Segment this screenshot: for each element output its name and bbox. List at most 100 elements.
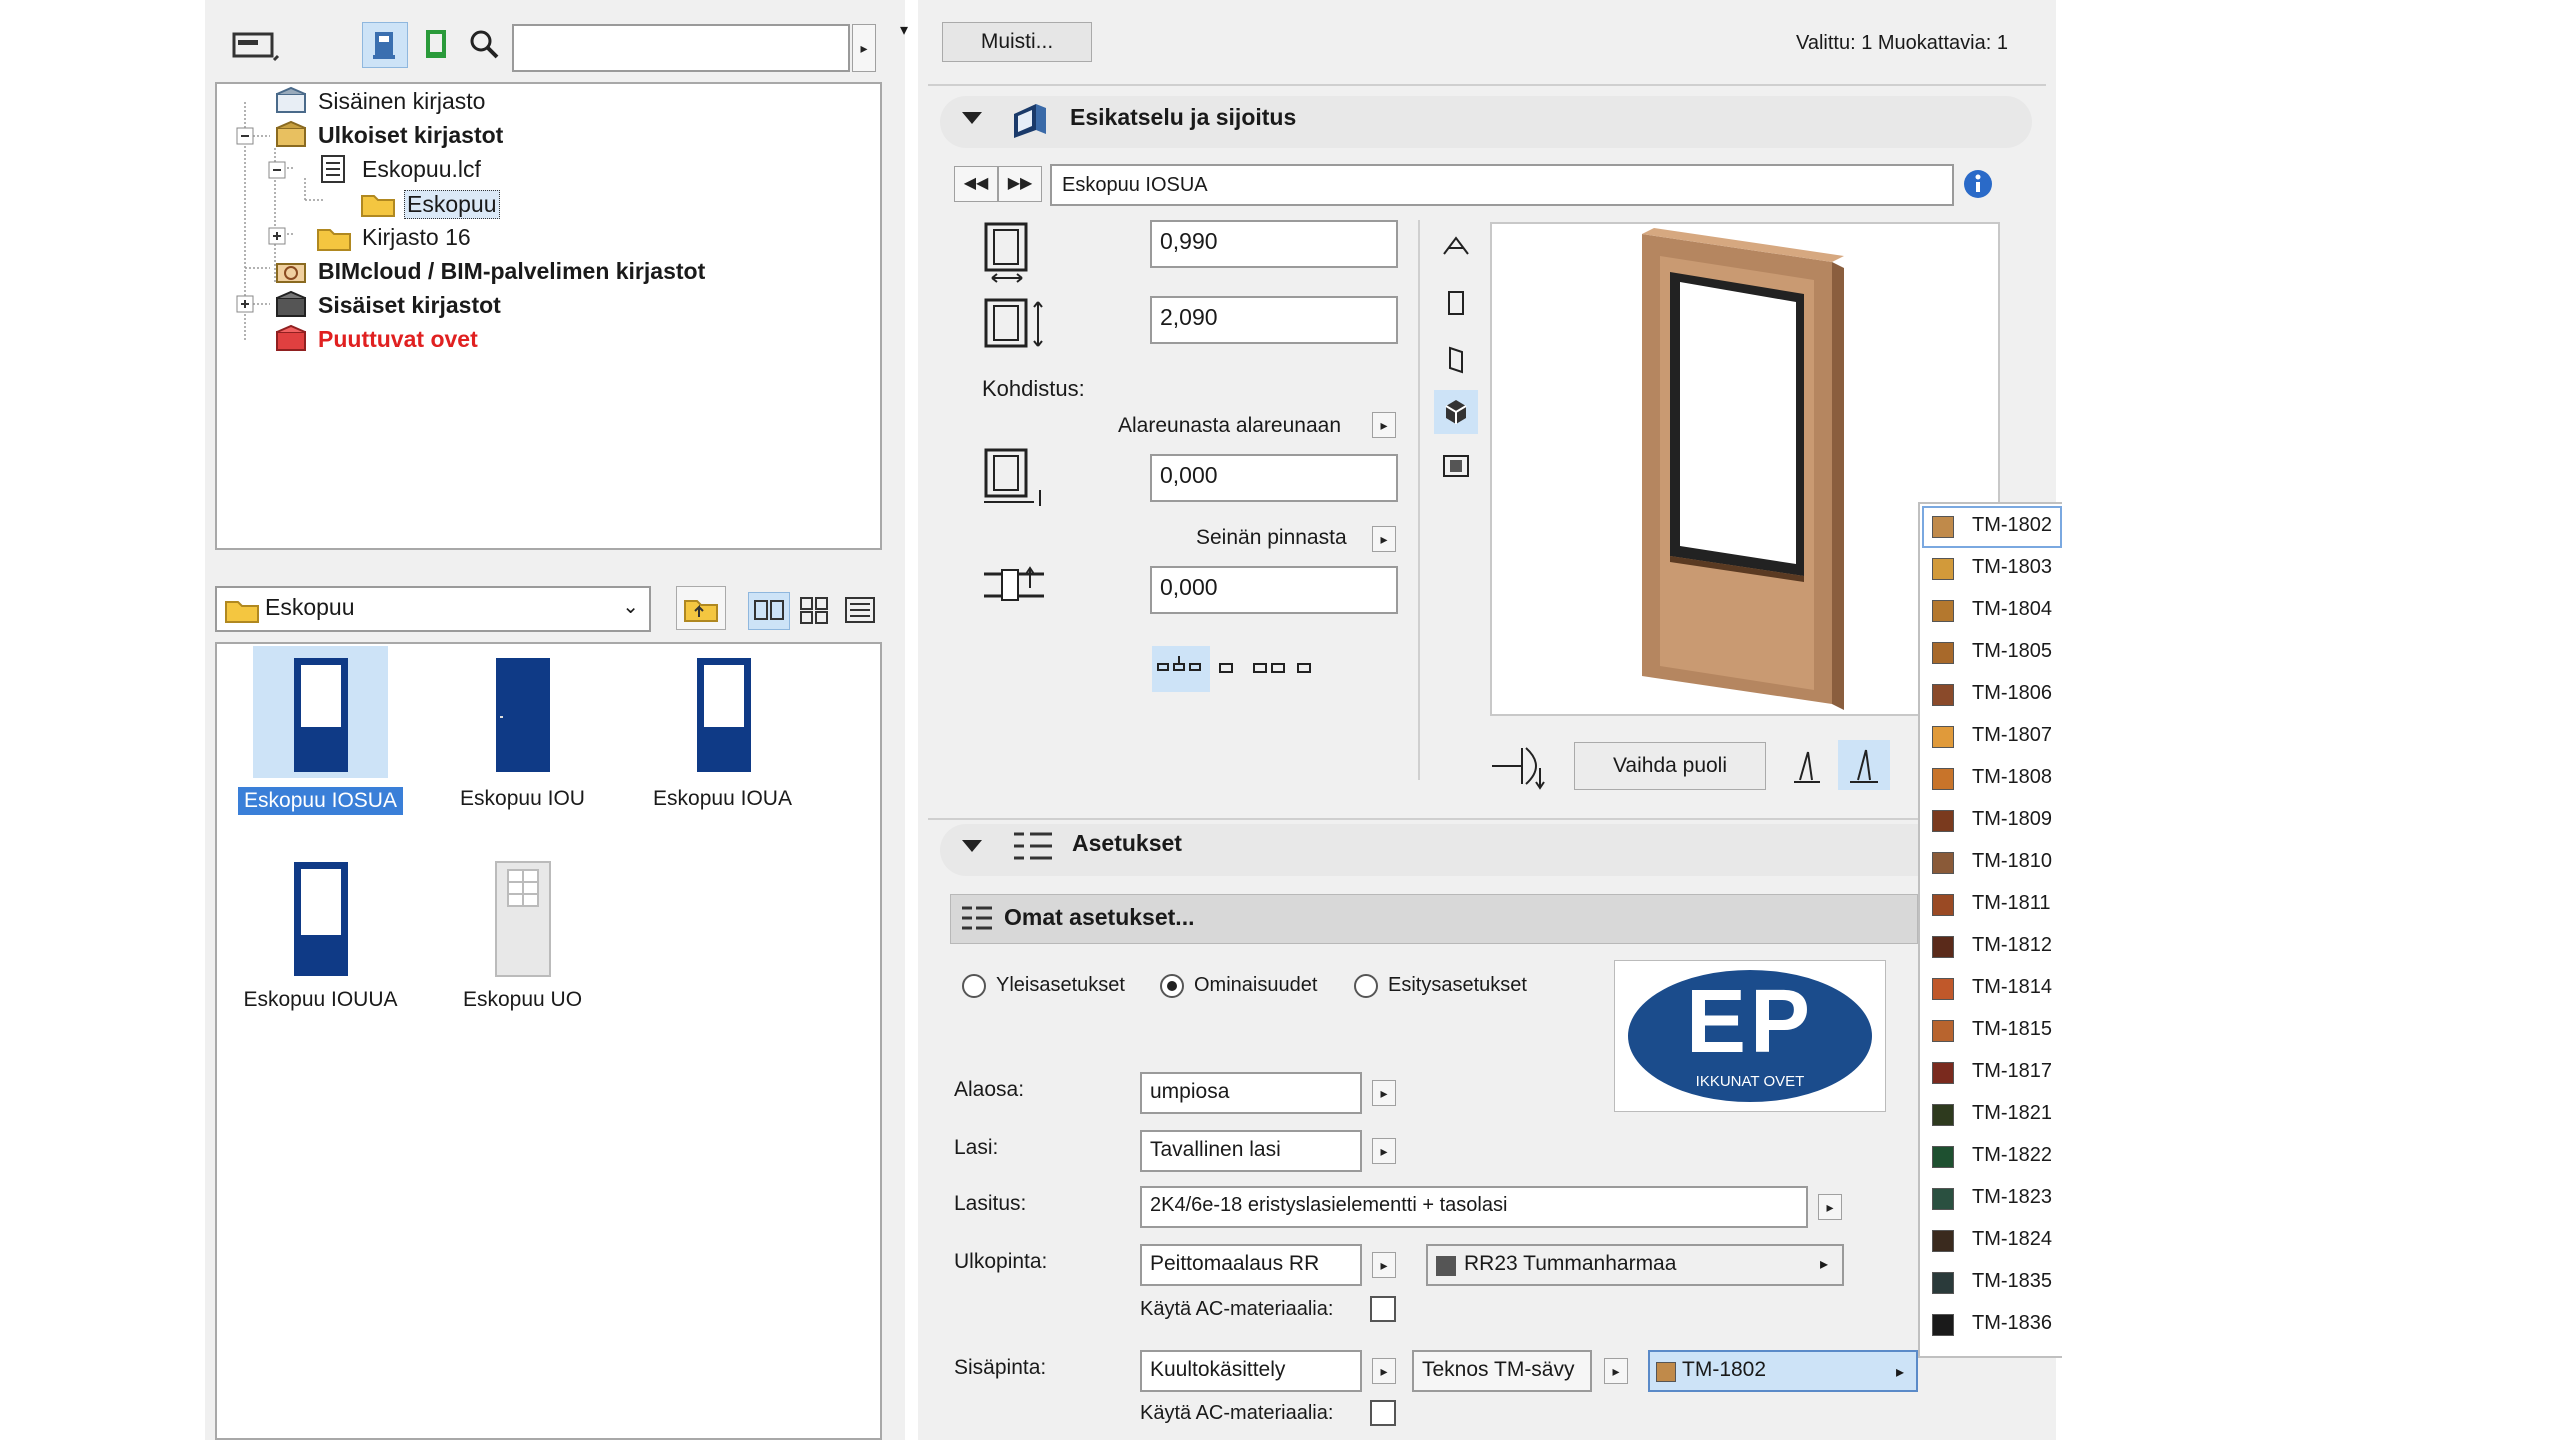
- color-option[interactable]: TM-1802: [1922, 506, 2062, 548]
- exterior-surface-button[interactable]: ▸: [1372, 1252, 1396, 1278]
- tree-item-external-libraries[interactable]: Ulkoiset kirjastot: [318, 122, 503, 149]
- exterior-surface-field[interactable]: Peittomaalaus RR: [1140, 1244, 1362, 1286]
- lower-part-field[interactable]: umpiosa: [1140, 1072, 1362, 1114]
- color-swatch: [1932, 1314, 1954, 1336]
- color-option[interactable]: TM-1804: [1922, 590, 2062, 632]
- elevation-view-icon[interactable]: [1438, 342, 1474, 383]
- tree-item-internal-library[interactable]: Sisäinen kirjasto: [318, 88, 485, 115]
- radio-label[interactable]: Esitysasetukset: [1388, 974, 1527, 997]
- folder-select[interactable]: Eskopuu ⌄: [215, 586, 651, 632]
- color-option[interactable]: TM-1823: [1922, 1178, 2062, 1220]
- previous-object-button[interactable]: ◀◀: [954, 166, 998, 202]
- wall-reference-button[interactable]: ▸: [1372, 526, 1396, 552]
- large-icons-view-icon[interactable]: [748, 592, 790, 630]
- section-view-icon[interactable]: [1438, 286, 1474, 327]
- mirror-options-icon[interactable]: [1152, 646, 1210, 692]
- color-option[interactable]: TM-1814: [1922, 968, 2062, 1010]
- info-icon[interactable]: [1962, 168, 1994, 205]
- interior-shade-field[interactable]: Teknos TM-sävy: [1412, 1350, 1592, 1392]
- color-option[interactable]: TM-1809: [1922, 800, 2062, 842]
- color-code-label: TM-1802: [1972, 514, 2053, 536]
- flip-options-icon[interactable]: [1214, 650, 1314, 695]
- door-thumbnail-uo[interactable]: [494, 860, 552, 983]
- list-view-icon[interactable]: [842, 592, 878, 628]
- add-library-icon[interactable]: [420, 22, 456, 66]
- memo-button[interactable]: Muisti...: [942, 22, 1092, 62]
- glass-field[interactable]: Tavallinen lasi: [1140, 1130, 1362, 1172]
- interior-surface-button[interactable]: ▸: [1372, 1358, 1396, 1384]
- tree-item-eskopuu-folder[interactable]: Eskopuu: [404, 190, 500, 219]
- interior-color-select[interactable]: TM-1802: [1648, 1350, 1918, 1392]
- door-thumbnail-iouua[interactable]: [292, 860, 350, 983]
- color-option[interactable]: TM-1815: [1922, 1010, 2062, 1052]
- interior-surface-field[interactable]: Kuultokäsittely: [1140, 1350, 1362, 1392]
- color-code-label: TM-1803: [1972, 556, 2053, 578]
- custom-settings-label[interactable]: Omat asetukset...: [1004, 904, 1194, 931]
- 3d-view-icon[interactable]: [1434, 390, 1478, 434]
- sill-height-input[interactable]: 0,000: [1150, 454, 1398, 502]
- tree-item-missing-doors[interactable]: Puuttuvat ovet: [318, 326, 478, 353]
- thumbnail-label[interactable]: Eskopuu IOUUA: [238, 988, 403, 1012]
- library-manager-icon[interactable]: [362, 22, 408, 68]
- opening-right-icon[interactable]: [1838, 740, 1890, 790]
- door-thumbnail-ioua[interactable]: [695, 656, 753, 779]
- small-icons-view-icon[interactable]: [796, 592, 832, 628]
- flip-side-button[interactable]: Vaihda puoli: [1574, 742, 1766, 790]
- tree-item-lcf-file[interactable]: Eskopuu.lcf: [362, 156, 481, 183]
- glazing-button[interactable]: ▸: [1818, 1194, 1842, 1220]
- color-option[interactable]: TM-1824: [1922, 1220, 2062, 1262]
- color-option[interactable]: TM-1811: [1922, 884, 2062, 926]
- search-input[interactable]: [512, 24, 850, 72]
- glass-button[interactable]: ▸: [1372, 1138, 1396, 1164]
- tree-item-embedded-libraries[interactable]: Sisäiset kirjastot: [318, 292, 501, 319]
- exterior-color-select[interactable]: RR23 Tummanharmaa: [1426, 1244, 1844, 1286]
- color-option[interactable]: TM-1806: [1922, 674, 2062, 716]
- thumbnail-label[interactable]: Eskopuu IOU: [440, 787, 605, 811]
- collapse-triangle-icon[interactable]: [960, 108, 984, 133]
- radio-display-settings[interactable]: [1354, 974, 1378, 998]
- color-option[interactable]: TM-1805: [1922, 632, 2062, 674]
- collapse-triangle-icon[interactable]: [960, 836, 984, 861]
- search-icon[interactable]: [468, 28, 500, 60]
- next-object-button[interactable]: ▶▶: [998, 166, 1042, 202]
- radio-label[interactable]: Yleisasetukset: [996, 974, 1125, 997]
- width-input[interactable]: 0,990: [1150, 220, 1398, 268]
- radio-label[interactable]: Ominaisuudet: [1194, 974, 1317, 997]
- thumbnail-label[interactable]: Eskopuu IOUA: [640, 787, 805, 811]
- door-thumbnail-iosua[interactable]: [292, 656, 350, 779]
- color-option[interactable]: TM-1835: [1922, 1262, 2062, 1304]
- color-option[interactable]: TM-1810: [1922, 842, 2062, 884]
- color-option[interactable]: TM-1803: [1922, 548, 2062, 590]
- folder-up-icon[interactable]: [676, 586, 726, 630]
- color-option[interactable]: TM-1808: [1922, 758, 2062, 800]
- tree-item-bimcloud[interactable]: BIMcloud / BIM-palvelimen kirjastot: [318, 258, 705, 285]
- wall-view-icon[interactable]: [1438, 448, 1474, 489]
- anchor-mode-button[interactable]: ▸: [1372, 412, 1396, 438]
- plan-view-icon[interactable]: [1438, 228, 1474, 269]
- collapse-arrow-icon[interactable]: ▾: [900, 20, 908, 40]
- thumbnail-label[interactable]: Eskopuu IOSUA: [238, 787, 403, 815]
- view-toggle-icon[interactable]: [232, 30, 280, 62]
- color-option[interactable]: TM-1822: [1922, 1136, 2062, 1178]
- ac-material-checkbox[interactable]: [1370, 1296, 1396, 1322]
- wall-offset-input[interactable]: 0,000: [1150, 566, 1398, 614]
- door-thumbnail-iou[interactable]: [494, 656, 552, 779]
- color-option[interactable]: TM-1817: [1922, 1052, 2062, 1094]
- glazing-field[interactable]: 2K4/6e-18 eristyslasielementti + tasolas…: [1140, 1186, 1808, 1228]
- radio-general-settings[interactable]: [962, 974, 986, 998]
- thumbnail-label[interactable]: Eskopuu UO: [440, 988, 605, 1012]
- color-option[interactable]: TM-1821: [1922, 1094, 2062, 1136]
- ac-material-checkbox[interactable]: [1370, 1400, 1396, 1426]
- search-scroll-button[interactable]: ▸: [852, 24, 876, 72]
- tree-item-kirjasto-16[interactable]: Kirjasto 16: [362, 224, 471, 251]
- object-name-field[interactable]: Eskopuu IOSUA: [1050, 164, 1954, 206]
- interior-shade-button[interactable]: ▸: [1604, 1358, 1628, 1384]
- color-option[interactable]: TM-1807: [1922, 716, 2062, 758]
- door-swing-icon[interactable]: [1486, 738, 1556, 799]
- opening-left-icon[interactable]: [1784, 744, 1828, 793]
- height-input[interactable]: 2,090: [1150, 296, 1398, 344]
- radio-properties[interactable]: [1160, 974, 1184, 998]
- color-option[interactable]: TM-1836: [1922, 1304, 2062, 1346]
- color-option[interactable]: TM-1812: [1922, 926, 2062, 968]
- lower-part-button[interactable]: ▸: [1372, 1080, 1396, 1106]
